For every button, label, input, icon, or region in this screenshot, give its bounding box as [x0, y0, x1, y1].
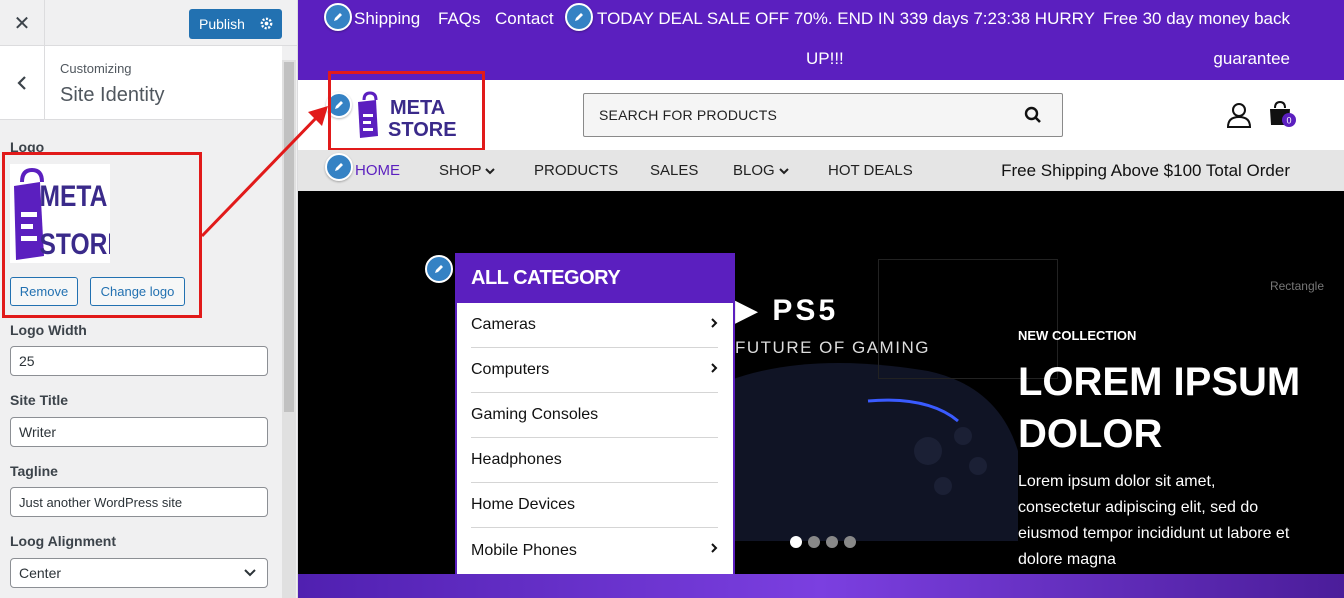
category-item-mobile-phones[interactable]: Mobile Phones	[471, 528, 718, 573]
ps5-text: PS5	[772, 294, 839, 327]
alignment-select[interactable]: Center	[10, 558, 268, 588]
hero-kicker: NEW COLLECTION	[1018, 328, 1137, 343]
main-nav: HOME SHOP PRODUCTS SALES BLOG HOT DEALS …	[298, 150, 1344, 191]
nav-shop-label: SHOP	[439, 162, 482, 179]
customizer-header: ✕ Publish	[0, 0, 297, 46]
site-title-label: Site Title	[10, 392, 69, 408]
chevron-down-icon	[485, 168, 496, 175]
category-menu-title: ALL CATEGORY	[457, 253, 735, 303]
section-title: Site Identity	[60, 84, 165, 106]
scrollbar-thumb[interactable]	[284, 62, 294, 412]
nav-products[interactable]: PRODUCTS	[534, 162, 618, 179]
category-item-gaming-consoles[interactable]: Gaming Consoles	[471, 393, 718, 438]
tagline-field[interactable]: Just another WordPress site	[10, 487, 268, 517]
slider-dot[interactable]	[808, 536, 820, 548]
nav-home[interactable]: HOME	[355, 162, 400, 179]
category-item-headphones[interactable]: Headphones	[471, 438, 718, 483]
category-item-home-devices[interactable]: Home Devices	[471, 483, 718, 528]
alignment-value: Center	[19, 565, 62, 581]
deal-countdown-text-line2: UP!!!	[806, 49, 844, 68]
site-header: META STORE SEARCH FOR PRODUCTS 0	[298, 71, 1344, 151]
slider-dot[interactable]	[826, 536, 838, 548]
close-icon: ✕	[13, 12, 31, 35]
category-menu: ALL CATEGORY Cameras Computers Gaming Co…	[455, 253, 735, 574]
category-item-computers[interactable]: Computers	[471, 348, 718, 393]
edit-shortcut-pencil-icon[interactable]	[565, 3, 593, 31]
cart-icon[interactable]: 0	[1268, 100, 1298, 130]
nav-sales[interactable]: SALES	[650, 162, 698, 179]
nav-blog-label: BLOG	[733, 162, 775, 179]
user-account-icon[interactable]	[1226, 102, 1252, 128]
money-back-text: Free 30 day money back	[1102, 9, 1290, 28]
shipping-link[interactable]: Shipping	[354, 9, 420, 29]
hero-headline: LOREM IPSUM DOLOR	[1018, 360, 1301, 456]
tagline-label: Tagline	[10, 463, 58, 479]
slider-dot[interactable]	[790, 536, 802, 548]
edit-shortcut-pencil-icon[interactable]	[324, 3, 352, 31]
chevron-left-icon	[17, 75, 26, 90]
contact-link[interactable]: Contact	[495, 9, 554, 29]
chevron-down-icon	[779, 168, 789, 175]
category-item-cameras[interactable]: Cameras	[471, 303, 718, 348]
category-item-label: Computers	[471, 361, 550, 378]
chevron-right-icon	[711, 363, 718, 373]
breadcrumb: Customizing	[60, 61, 132, 76]
hero-body: Lorem ipsum dolor sit amet, consectetur …	[1018, 473, 1290, 568]
hero-slider: ▶ PS5 FUTURE OF GAMING Rectangle NEW COL…	[298, 191, 1344, 574]
logo-highlight-box	[2, 152, 202, 318]
search-icon[interactable]	[1024, 106, 1042, 124]
money-back-text-line2: guarantee	[1213, 49, 1290, 68]
featured-banner-strip	[298, 574, 1344, 598]
search-placeholder: SEARCH FOR PRODUCTS	[599, 107, 778, 123]
hero-tagline: FUTURE OF GAMING	[735, 338, 930, 357]
ps5-logo-text: ▶ PS5	[735, 293, 838, 328]
edit-shortcut-pencil-icon[interactable]	[425, 255, 453, 283]
alignment-label: Loog Alignment	[10, 533, 117, 549]
customizer-sidebar: ✕ Publish Customizing Site Identity Logo	[0, 0, 298, 598]
playstation-icon: ▶	[735, 294, 762, 327]
slider-dot[interactable]	[844, 536, 856, 548]
search-input[interactable]: SEARCH FOR PRODUCTS	[583, 93, 1063, 137]
logo-width-field[interactable]: 25	[10, 346, 268, 376]
site-preview: Shipping FAQs Contact TODAY DEAL SALE OF…	[298, 0, 1344, 598]
site-title-field[interactable]: Writer	[10, 417, 268, 447]
publish-label: Publish	[199, 16, 245, 32]
chevron-right-icon	[711, 318, 718, 328]
nav-shop[interactable]: SHOP	[439, 162, 496, 179]
nav-hot-deals[interactable]: HOT DEALS	[828, 162, 913, 179]
chevron-down-icon	[244, 569, 256, 577]
logo-width-label: Logo Width	[10, 322, 87, 338]
top-bar: Shipping FAQs Contact TODAY DEAL SALE OF…	[298, 0, 1344, 80]
category-item-label: Home Devices	[471, 496, 576, 513]
gear-icon[interactable]	[259, 16, 274, 31]
section-header: Customizing Site Identity	[0, 46, 282, 120]
rectangle-label: Rectangle	[1269, 279, 1324, 293]
free-shipping-note: Free Shipping Above $100 Total Order	[1001, 161, 1290, 180]
category-item-label: Gaming Consoles	[471, 406, 599, 423]
cart-count-badge: 0	[1286, 116, 1291, 126]
deal-countdown-text: TODAY DEAL SALE OFF 70%. END IN 339 days…	[597, 9, 1095, 28]
edit-shortcut-pencil-icon[interactable]	[325, 153, 353, 181]
category-item-label: Cameras	[471, 316, 536, 333]
category-item-label: Headphones	[471, 451, 562, 468]
nav-blog[interactable]: BLOG	[733, 162, 789, 179]
close-customizer-button[interactable]: ✕	[0, 0, 45, 46]
back-button[interactable]	[0, 46, 45, 119]
faqs-link[interactable]: FAQs	[438, 9, 481, 29]
slider-dots	[790, 536, 856, 548]
category-item-label: Mobile Phones	[471, 541, 577, 559]
site-logo-highlight-box	[328, 71, 485, 151]
chevron-right-icon	[711, 543, 718, 553]
publish-button[interactable]: Publish	[189, 9, 282, 39]
